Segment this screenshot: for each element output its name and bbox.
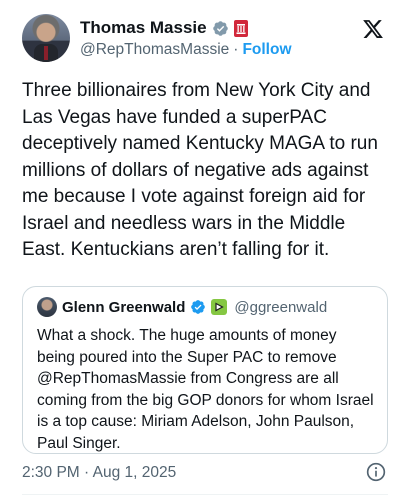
x-logo-icon[interactable] — [362, 18, 384, 40]
quoted-post-text: What a shock. The huge amounts of money … — [37, 327, 374, 452]
verified-badge-icon — [191, 300, 206, 314]
author-name[interactable]: Thomas Massie — [80, 18, 207, 38]
quoted-post[interactable]: Glenn Greenwald @ggreenwald What a shock… — [22, 286, 388, 454]
separator-dot: · — [233, 41, 239, 58]
post-card: Thomas Massie @RepThomasMassie · Follow … — [0, 0, 405, 500]
author-avatar[interactable] — [22, 14, 70, 62]
verified-badge-icon — [212, 20, 228, 36]
quoted-author-handle: @ggreenwald — [234, 298, 328, 316]
us-house-flag-icon — [233, 19, 248, 37]
author-handle[interactable]: @RepThomasMassie — [80, 41, 229, 59]
rumble-icon — [211, 299, 228, 315]
quoted-post-header: Glenn Greenwald @ggreenwald — [37, 297, 327, 317]
author-name-row: Thomas Massie — [80, 18, 248, 38]
post-timestamp[interactable]: 2:30 PM · Aug 1, 2025 — [22, 464, 176, 482]
post-text: Three billionaires from New York City an… — [22, 80, 378, 260]
quoted-author-avatar — [37, 297, 57, 317]
info-icon[interactable] — [366, 462, 386, 482]
quoted-author-name: Glenn Greenwald — [62, 298, 186, 316]
footer-divider — [22, 494, 388, 495]
author-handle-row: @RepThomasMassie · Follow — [80, 41, 292, 59]
follow-button[interactable]: Follow — [242, 41, 291, 59]
